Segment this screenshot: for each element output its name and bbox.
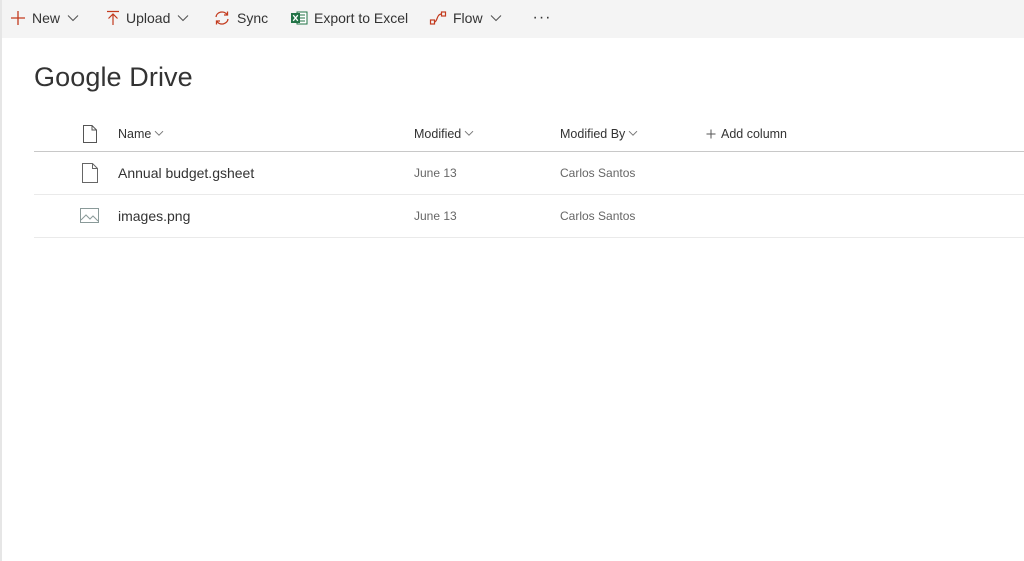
- chevron-down-icon: [628, 130, 638, 137]
- add-column-button[interactable]: Add column: [706, 116, 787, 151]
- modified-cell: June 13: [414, 152, 457, 194]
- flow-icon: [429, 10, 447, 26]
- more-icon: ···: [532, 9, 552, 26]
- modified-by-cell: Carlos Santos: [560, 195, 635, 237]
- export-label: Export to Excel: [314, 10, 409, 26]
- file-name-cell: images.png: [118, 195, 190, 237]
- table-row[interactable]: Annual budget.gsheet June 13 Carlos Sant…: [34, 152, 1024, 195]
- flow-button[interactable]: Flow: [429, 0, 502, 36]
- image-icon: [80, 208, 100, 224]
- excel-icon: [290, 10, 308, 26]
- upload-icon: [106, 10, 120, 26]
- name-column-label: Name: [118, 126, 152, 141]
- modified-date: June 13: [414, 166, 457, 180]
- modified-by-column-label: Modified By: [560, 126, 626, 141]
- plus-icon: [10, 10, 26, 26]
- flow-label: Flow: [453, 10, 483, 26]
- document-list: Name Modified Modified By Add column Ann…: [34, 116, 1024, 238]
- sync-label: Sync: [237, 10, 269, 26]
- modified-date: June 13: [414, 209, 457, 223]
- modified-column-label: Modified: [414, 126, 462, 141]
- upload-button[interactable]: Upload: [106, 0, 189, 36]
- modified-cell: June 13: [414, 195, 457, 237]
- modified-column-header[interactable]: Modified: [414, 116, 474, 151]
- command-bar: New Upload Sync Export to Excel Flow ···: [2, 0, 1024, 38]
- file-name-link[interactable]: Annual budget.gsheet: [118, 165, 254, 181]
- chevron-down-icon: [154, 130, 164, 137]
- table-row[interactable]: images.png June 13 Carlos Santos: [34, 195, 1024, 238]
- add-column-label: Add column: [721, 126, 788, 141]
- page-title: Google Drive: [34, 62, 193, 92]
- export-to-excel-button[interactable]: Export to Excel: [290, 0, 408, 36]
- column-header-row: Name Modified Modified By Add column: [34, 116, 1024, 152]
- file-type-cell: [78, 152, 102, 194]
- chevron-down-icon: [177, 14, 189, 22]
- document-icon: [83, 124, 97, 143]
- modified-by-name: Carlos Santos: [560, 209, 636, 223]
- file-name-link[interactable]: images.png: [118, 208, 190, 224]
- chevron-down-icon: [490, 14, 502, 22]
- modified-by-cell: Carlos Santos: [560, 152, 635, 194]
- modified-by-name: Carlos Santos: [560, 166, 636, 180]
- plus-icon: [706, 129, 716, 139]
- chevron-down-icon: [67, 14, 79, 22]
- name-column-header[interactable]: Name: [118, 116, 164, 151]
- more-options-button[interactable]: ···: [530, 0, 554, 36]
- left-border: [0, 0, 2, 561]
- file-name-cell: Annual budget.gsheet: [118, 152, 254, 194]
- sync-button[interactable]: Sync: [213, 0, 268, 36]
- new-label: New: [32, 10, 61, 26]
- upload-label: Upload: [126, 10, 171, 26]
- document-icon: [82, 163, 98, 183]
- file-type-cell: [78, 195, 102, 237]
- chevron-down-icon: [464, 130, 474, 137]
- sync-icon: [213, 10, 231, 26]
- new-button[interactable]: New: [10, 0, 79, 36]
- file-type-column-header[interactable]: [78, 116, 102, 151]
- modified-by-column-header[interactable]: Modified By: [560, 116, 638, 151]
